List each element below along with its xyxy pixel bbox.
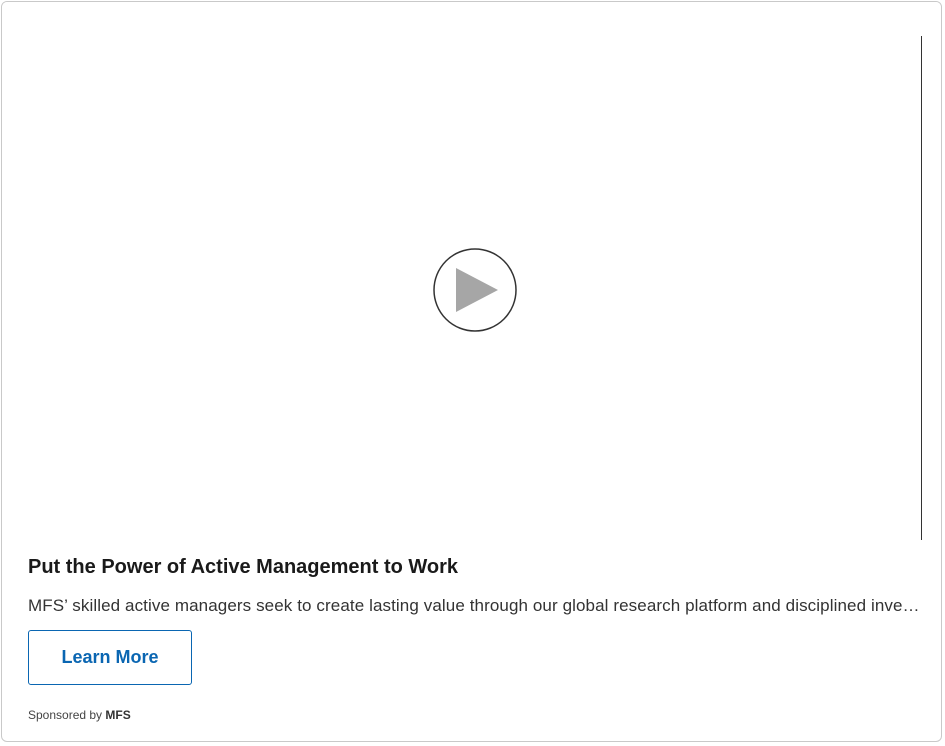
play-icon [433, 248, 517, 332]
play-button[interactable] [433, 248, 517, 332]
ad-description: MFS’ skilled active managers seek to cre… [28, 596, 928, 615]
video-player[interactable] [2, 2, 941, 542]
sponsored-by-line: Sponsored by MFS [28, 708, 131, 722]
video-edge-divider [921, 36, 922, 540]
learn-more-button[interactable]: Learn More [28, 630, 192, 685]
sponsor-name: MFS [105, 708, 131, 722]
sponsored-ad-card: Put the Power of Active Management to Wo… [1, 1, 942, 742]
sponsored-prefix: Sponsored by [28, 708, 103, 722]
ad-headline[interactable]: Put the Power of Active Management to Wo… [28, 556, 458, 579]
